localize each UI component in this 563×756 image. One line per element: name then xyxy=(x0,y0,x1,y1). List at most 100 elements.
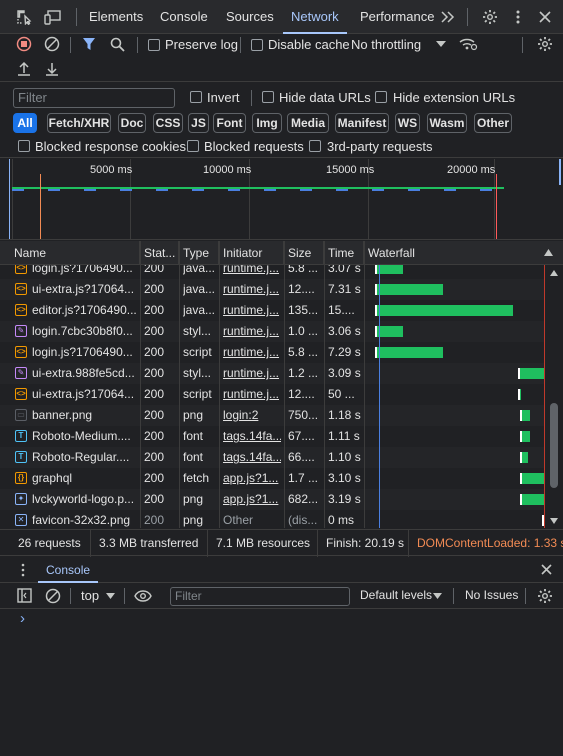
request-initiator[interactable]: runtime.j... xyxy=(223,265,281,279)
clear-console-icon[interactable] xyxy=(45,588,61,604)
waterfall-bar[interactable] xyxy=(519,431,531,442)
request-initiator[interactable]: login:2 xyxy=(223,405,281,426)
inspect-element-icon[interactable] xyxy=(16,9,32,25)
table-row[interactable]: <> login.js?1706490... 200 script runtime.j.… xyxy=(0,342,545,363)
console-settings-gear-icon[interactable] xyxy=(537,588,553,604)
table-row[interactable]: ✎ ui-extra.988fe5cd... 200 styl... runtime.j… xyxy=(0,363,545,384)
table-scrollbar[interactable] xyxy=(548,268,560,526)
table-row[interactable]: <> ui-extra.js?17064... 200 script runtime.j… xyxy=(0,384,545,405)
console-filter-input[interactable]: Filter xyxy=(170,587,350,606)
console-output[interactable]: › xyxy=(0,610,563,756)
tab-console[interactable]: Console xyxy=(160,0,208,34)
request-initiator[interactable]: Other xyxy=(223,510,281,528)
request-initiator[interactable]: tags.14fa... xyxy=(223,447,281,468)
settings-gear-icon[interactable] xyxy=(482,9,498,25)
request-initiator[interactable]: runtime.j... xyxy=(223,279,281,300)
request-initiator[interactable]: app.js?1... xyxy=(223,468,281,489)
search-icon[interactable] xyxy=(110,37,125,52)
device-toolbar-icon[interactable] xyxy=(44,9,62,25)
chip-other[interactable]: Other xyxy=(474,113,512,133)
dropdown-caret-icon[interactable] xyxy=(436,41,446,48)
chip-wasm[interactable]: Wasm xyxy=(427,113,467,133)
more-tabs-icon[interactable] xyxy=(440,10,456,24)
request-name[interactable]: login.js?1706490... xyxy=(32,342,138,363)
table-row[interactable]: <> editor.js?1706490... 200 java... runtime.… xyxy=(0,300,545,321)
table-row[interactable]: ✦ lvckyworld-logo.p... 200 png app.js?1... 68… xyxy=(0,489,545,510)
context-caret-icon[interactable] xyxy=(106,593,115,599)
request-name[interactable]: Roboto-Medium.... xyxy=(32,426,138,447)
request-name[interactable]: editor.js?1706490... xyxy=(32,300,138,321)
request-name[interactable]: lvckyworld-logo.p... xyxy=(32,489,138,510)
invert-checkbox[interactable] xyxy=(190,91,202,103)
scroll-down-icon[interactable] xyxy=(550,518,558,524)
column-status[interactable]: Stat... xyxy=(140,241,179,265)
issues-counter[interactable]: No Issues xyxy=(465,588,518,602)
column-name[interactable]: Name xyxy=(10,241,140,265)
throttling-select[interactable]: No throttling xyxy=(351,37,421,52)
request-initiator[interactable]: tags.14fa... xyxy=(223,426,281,447)
request-name[interactable]: banner.png xyxy=(32,405,138,426)
network-settings-gear-icon[interactable] xyxy=(537,36,553,52)
column-waterfall[interactable]: Waterfall xyxy=(364,241,545,265)
column-type[interactable]: Type xyxy=(179,241,219,265)
request-name[interactable]: login.7cbc30b8f0... xyxy=(32,321,138,342)
request-initiator[interactable]: runtime.j... xyxy=(223,321,281,342)
table-row[interactable]: ✎ login.7cbc30b8f0... 200 styl... runtime.j.… xyxy=(0,321,545,342)
console-sidebar-icon[interactable] xyxy=(17,588,32,603)
import-har-icon[interactable] xyxy=(17,61,31,77)
tab-elements[interactable]: Elements xyxy=(89,0,143,34)
tab-network[interactable]: Network xyxy=(283,0,347,34)
chip-img[interactable]: Img xyxy=(252,113,282,133)
chip-doc[interactable]: Doc xyxy=(118,113,146,133)
chip-js[interactable]: JS xyxy=(188,113,209,133)
request-initiator[interactable]: app.js?1... xyxy=(223,489,281,510)
request-initiator[interactable]: runtime.j... xyxy=(223,363,281,384)
chip-media[interactable]: Media xyxy=(287,113,329,133)
network-conditions-icon[interactable] xyxy=(458,36,478,52)
table-row[interactable]: T Roboto-Regular.... 200 font tags.14fa... 66… xyxy=(0,447,545,468)
record-stop-icon[interactable] xyxy=(16,36,32,52)
waterfall-bar[interactable] xyxy=(517,368,544,379)
scroll-up-icon[interactable] xyxy=(550,270,558,276)
sort-ascending-icon[interactable] xyxy=(544,249,553,256)
close-drawer-icon[interactable] xyxy=(540,563,553,576)
context-selector[interactable]: top xyxy=(81,588,99,603)
column-initiator[interactable]: Initiator xyxy=(219,241,284,265)
chip-all[interactable]: All xyxy=(13,113,37,133)
blocked-cookies-checkbox[interactable] xyxy=(18,140,30,152)
more-options-icon[interactable] xyxy=(512,9,524,25)
request-initiator[interactable]: runtime.j... xyxy=(223,342,281,363)
console-prompt[interactable]: › xyxy=(20,610,25,627)
close-devtools-icon[interactable] xyxy=(538,10,552,24)
table-row[interactable]: T Roboto-Medium.... 200 font tags.14fa... 67.… xyxy=(0,426,545,447)
request-name[interactable]: ui-extra.js?17064... xyxy=(32,384,138,405)
request-name[interactable]: ui-extra.js?17064... xyxy=(32,279,138,300)
request-name[interactable]: favicon-32x32.png xyxy=(32,510,138,528)
network-overview-timeline[interactable]: 5000 ms 10000 ms 15000 ms 20000 ms xyxy=(0,159,563,240)
hide-data-urls-checkbox[interactable] xyxy=(262,91,274,103)
scrollbar-thumb[interactable] xyxy=(550,403,558,488)
column-time[interactable]: Time xyxy=(324,241,364,265)
chip-css[interactable]: CSS xyxy=(153,113,183,133)
waterfall-bar[interactable] xyxy=(375,305,513,316)
waterfall-bar[interactable] xyxy=(519,410,531,421)
column-size[interactable]: Size xyxy=(284,241,324,265)
export-har-icon[interactable] xyxy=(45,61,59,77)
request-name[interactable]: graphql xyxy=(32,468,138,489)
waterfall-bar[interactable] xyxy=(519,473,544,484)
live-expression-eye-icon[interactable] xyxy=(134,590,152,602)
blocked-requests-checkbox[interactable] xyxy=(187,140,199,152)
table-row[interactable]: ✕ favicon-32x32.png 200 png Other (dis... 0 ms xyxy=(0,510,546,528)
filter-input[interactable]: Filter xyxy=(13,88,175,108)
table-row[interactable]: <> ui-extra.js?17064... 200 java... runtime.… xyxy=(0,279,545,300)
disable-cache-checkbox[interactable] xyxy=(251,39,263,51)
drawer-menu-icon[interactable] xyxy=(20,563,26,577)
table-row[interactable]: ▭ banner.png 200 png login:2 750... 1.18 s xyxy=(0,405,545,426)
tab-sources[interactable]: Sources xyxy=(226,0,274,34)
waterfall-bar[interactable] xyxy=(519,452,529,463)
table-row[interactable]: {} graphql 200 fetch app.js?1... 1.7 ... 3.10 … xyxy=(0,468,545,489)
chip-fetch-xhr[interactable]: Fetch/XHR xyxy=(47,113,111,133)
drawer-tab-console[interactable]: Console xyxy=(37,557,99,583)
preserve-log-checkbox[interactable] xyxy=(148,39,160,51)
chip-ws[interactable]: WS xyxy=(395,113,420,133)
